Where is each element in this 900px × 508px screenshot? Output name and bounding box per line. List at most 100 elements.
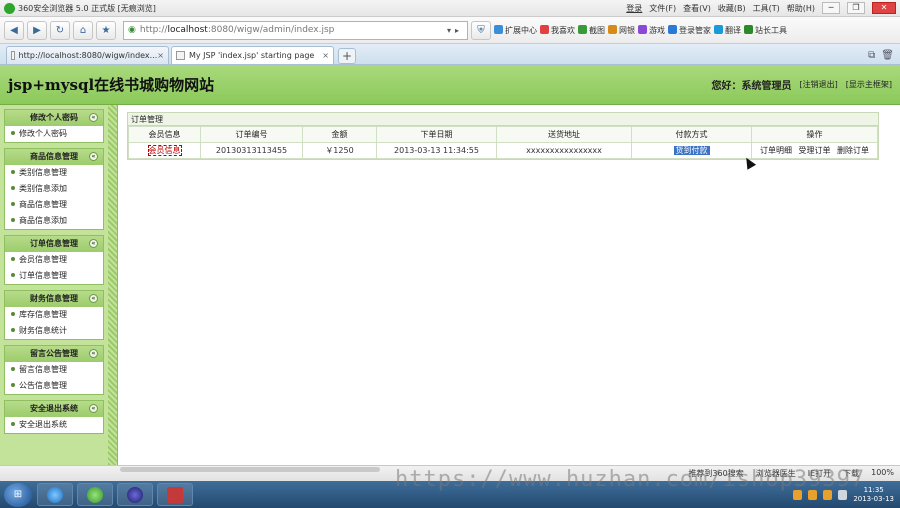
site-title: jsp+mysql在线书城购物网站 [8, 76, 215, 94]
sidebar-item-product-add[interactable]: 商品信息添加 [5, 213, 103, 229]
sidebar-group-products: 商品信息管理 « 类别信息管理 类别信息添加 商品信息管理 商品信息添加 [4, 148, 104, 230]
column-header: 送货地址 [496, 126, 632, 143]
close-tab-icon[interactable]: × [157, 51, 164, 60]
close-window-button[interactable]: ✕ [872, 2, 896, 14]
frame-splitter[interactable] [108, 105, 118, 465]
sidebar-item-finance-stats[interactable]: 财务信息统计 [5, 323, 103, 339]
member-info-link[interactable]: 会员信息 [147, 145, 182, 156]
menu-view[interactable]: 查看(V) [683, 3, 711, 14]
collapse-icon[interactable]: « [89, 404, 98, 413]
date-cell: 2013-03-13 11:34:55 [376, 142, 497, 159]
status-zoom[interactable]: 100% [871, 468, 894, 479]
address-dropdown-icon[interactable]: ▾▸ [447, 26, 467, 35]
sidebar-group-header[interactable]: 财务信息管理 « [5, 291, 103, 307]
sidebar-group-messages: 留言公告管理 « 留言信息管理 公告信息管理 [4, 345, 104, 395]
order-panel: 订单管理 会员信息 订单编号 金额 下单日期 送货地址 付款方式 操作 会员信息 [127, 112, 879, 160]
collapse-icon[interactable]: « [89, 349, 98, 358]
menu-favorites[interactable]: 收藏(B) [718, 3, 746, 14]
maximize-button[interactable]: ❐ [847, 2, 865, 14]
sidebar-group-password: 修改个人密码 « 修改个人密码 [4, 109, 104, 143]
browser-title-bar: 360安全浏览器 5.0 正式版 [无痕浏览] 登录 文件(F) 查看(V) 收… [0, 0, 900, 17]
back-button[interactable]: ◀ [4, 20, 24, 40]
payment-cell: 货到付款 [631, 142, 752, 159]
tab-index[interactable]: http://localhost:8080/wigw/index... × [6, 46, 169, 64]
sidebar-item-product-manage[interactable]: 商品信息管理 [5, 197, 103, 213]
tool-online-bank[interactable]: 网银 [608, 24, 635, 36]
refresh-button[interactable]: ↻ [50, 20, 70, 40]
collapse-icon[interactable]: « [89, 113, 98, 122]
table-row: 会员信息 20130313113455 ￥1250 2013-03-13 11:… [128, 142, 878, 159]
tab-label: http://localhost:8080/wigw/index... [18, 51, 158, 60]
sidebar-item-order-manage[interactable]: 订单信息管理 [5, 268, 103, 284]
column-header: 金额 [302, 126, 377, 143]
restore-tabs-icon[interactable]: ⧉ [868, 50, 875, 61]
tab-bar: http://localhost:8080/wigw/index... × My… [0, 44, 900, 65]
logout-link[interactable]: [注销退出] [800, 79, 838, 90]
start-button[interactable]: ⊞ [4, 482, 32, 507]
menu-tools[interactable]: 工具(T) [753, 3, 780, 14]
collapse-icon[interactable]: « [89, 152, 98, 161]
menu-help[interactable]: 帮助(H) [787, 3, 815, 14]
tool-screenshot[interactable]: 截图 [578, 24, 605, 36]
tool-like[interactable]: 我喜欢 [540, 24, 575, 36]
browser-toolbar: ◀ ▶ ↻ ⌂ ★ ◉ http://localhost:8080/wigw/a… [0, 17, 900, 44]
address-host: localhost [167, 25, 208, 35]
close-tab-icon[interactable]: × [322, 51, 329, 60]
table-header-row: 会员信息 订单编号 金额 下单日期 送货地址 付款方式 操作 [128, 126, 878, 143]
order-no-cell: 20130313113455 [200, 142, 303, 159]
login-link[interactable]: 登录 [626, 3, 642, 14]
tool-login-manager[interactable]: 登录管家 [668, 24, 711, 36]
window-title: 360安全浏览器 5.0 正式版 [无痕浏览] [18, 3, 156, 13]
tool-webmaster[interactable]: 站长工具 [744, 24, 787, 36]
payment-method: 货到付款 [673, 146, 710, 155]
sidebar-group-header[interactable]: 订单信息管理 « [5, 236, 103, 252]
order-detail-link[interactable]: 订单明细 [760, 146, 792, 155]
sidebar-item-message-manage[interactable]: 留言信息管理 [5, 362, 103, 378]
minimize-button[interactable]: ─ [822, 2, 840, 14]
collapse-icon[interactable]: « [89, 294, 98, 303]
sidebar-group-header[interactable]: 商品信息管理 « [5, 149, 103, 165]
column-header: 订单编号 [200, 126, 303, 143]
sidebar-group-header[interactable]: 修改个人密码 « [5, 110, 103, 126]
accept-order-link[interactable]: 受理订单 [799, 146, 831, 155]
taskbar-ie[interactable] [37, 483, 73, 506]
sidebar-group-exit: 安全退出系统 « 安全退出系统 [4, 400, 104, 434]
sidebar-item-category-manage[interactable]: 类别信息管理 [5, 165, 103, 181]
tool-games[interactable]: 游戏 [638, 24, 665, 36]
scissors-icon [578, 24, 587, 34]
sidebar-item-member-manage[interactable]: 会员信息管理 [5, 252, 103, 268]
taskbar-360-browser[interactable] [77, 483, 113, 506]
address-cell: xxxxxxxxxxxxxxxx [496, 142, 632, 159]
taskbar-eclipse[interactable] [117, 483, 153, 506]
sidebar-group-header[interactable]: 安全退出系统 « [5, 401, 103, 417]
address-bar[interactable]: ◉ http://localhost:8080/wigw/admin/index… [123, 20, 468, 40]
sidebar-item-notice-manage[interactable]: 公告信息管理 [5, 378, 103, 394]
collapse-icon[interactable]: « [89, 239, 98, 248]
shield-icon[interactable]: ⛨ [471, 20, 491, 40]
toolbox-icon [167, 486, 183, 503]
member-cell: 会员信息 [128, 142, 201, 159]
clock-date: 2013-03-13 [853, 494, 894, 503]
browser-logo-icon [4, 2, 15, 14]
sidebar-item-safe-exit[interactable]: 安全退出系统 [5, 417, 103, 433]
show-main-frame-link[interactable]: [显示主框架] [846, 79, 892, 90]
forward-button[interactable]: ▶ [27, 20, 47, 40]
favorite-star-button[interactable]: ★ [96, 20, 116, 40]
tool-extension-center[interactable]: 扩展中心 [494, 24, 537, 36]
trash-icon[interactable]: 🗑 [881, 50, 894, 61]
menu-file[interactable]: 文件(F) [649, 3, 676, 14]
tool-translate[interactable]: 翻译 [714, 24, 741, 36]
sidebar-group-header[interactable]: 留言公告管理 « [5, 346, 103, 362]
ie-icon [47, 486, 63, 503]
delete-order-link[interactable]: 删除订单 [837, 146, 869, 155]
horizontal-scrollbar[interactable] [120, 467, 380, 472]
new-tab-button[interactable]: + [338, 48, 356, 64]
sidebar-group-finance: 财务信息管理 « 库存信息管理 财务信息统计 [4, 290, 104, 340]
sidebar-item-stock-manage[interactable]: 库存信息管理 [5, 307, 103, 323]
tab-jsp-page[interactable]: My JSP 'index.jsp' starting page × [171, 46, 334, 64]
sidebar-item-change-password[interactable]: 修改个人密码 [5, 126, 103, 142]
home-button[interactable]: ⌂ [73, 20, 93, 40]
translate-icon [714, 24, 723, 34]
taskbar-toolbox[interactable] [157, 483, 193, 506]
sidebar-item-category-add[interactable]: 类别信息添加 [5, 181, 103, 197]
